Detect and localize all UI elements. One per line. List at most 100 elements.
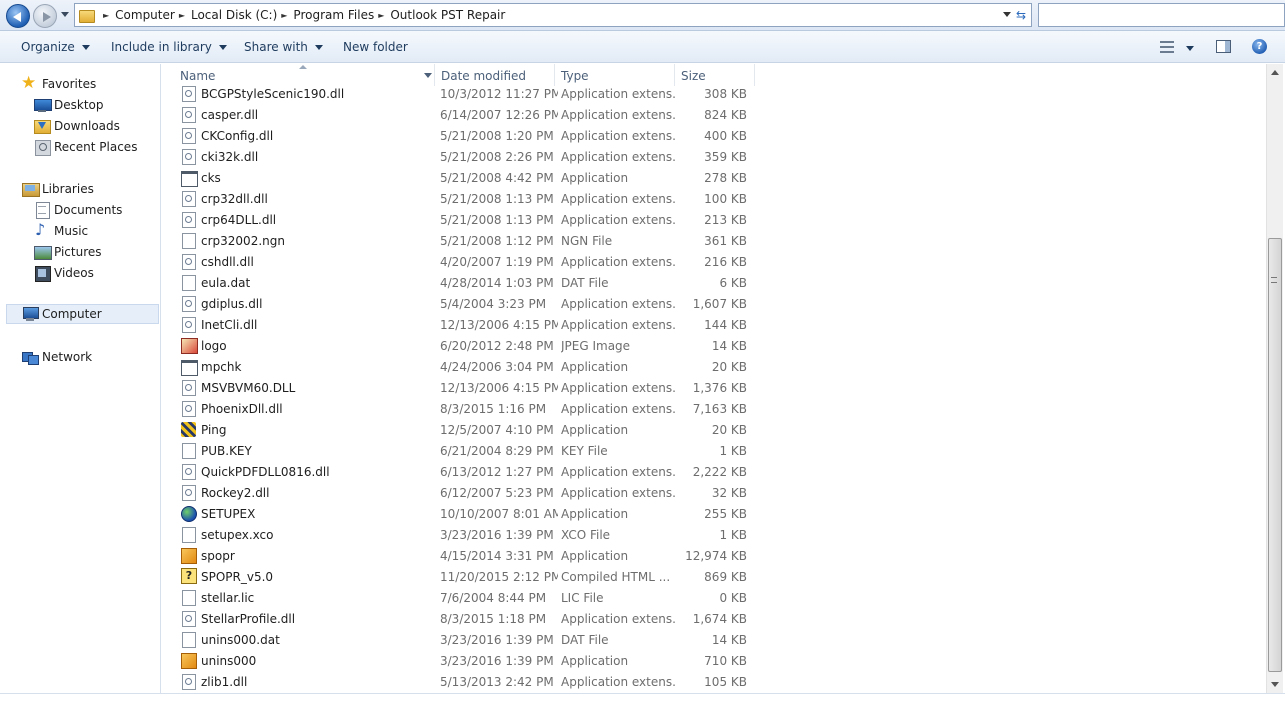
organize-button[interactable]: Organize bbox=[21, 40, 90, 54]
file-row[interactable]: cki32k.dll 5/21/2008 2:26 PM Application e… bbox=[162, 146, 762, 167]
file-type: Application bbox=[561, 507, 629, 521]
forward-button[interactable] bbox=[33, 4, 57, 28]
file-type: Application extens... bbox=[561, 465, 676, 479]
breadcrumb-current-folder[interactable]: Outlook PST Repair bbox=[390, 8, 505, 22]
file-date-modified: 8/3/2015 1:18 PM bbox=[440, 612, 547, 626]
application-window-icon bbox=[181, 170, 198, 187]
file-size: 308 KB bbox=[704, 87, 747, 101]
file-row[interactable]: spopr 4/15/2014 3:31 PM Application 12,974 … bbox=[162, 545, 762, 566]
scroll-up-arrow-icon[interactable] bbox=[1271, 70, 1279, 75]
preview-pane-icon[interactable] bbox=[1216, 40, 1231, 53]
file-type: Application bbox=[561, 423, 629, 437]
file-row[interactable]: casper.dll 6/14/2007 12:26 PM Application … bbox=[162, 104, 762, 125]
file-row[interactable]: InetCli.dll 12/13/2006 4:15 PM Application… bbox=[162, 314, 762, 335]
file-row[interactable]: SETUPEX 10/10/2007 8:01 AM Application 255 … bbox=[162, 503, 762, 524]
address-field[interactable]: ► Computer ► Local Disk (C:) ► Program F… bbox=[74, 3, 1032, 27]
nav-desktop[interactable]: Desktop bbox=[34, 95, 104, 115]
file-row[interactable]: QuickPDFDLL0816.dll 6/13/2012 1:27 PM Appl… bbox=[162, 461, 762, 482]
file-row[interactable]: stellar.lic 7/6/2004 8:44 PM LIC File 0 KB bbox=[162, 587, 762, 608]
breadcrumb-computer[interactable]: Computer bbox=[115, 8, 175, 22]
dll-file-icon bbox=[181, 296, 196, 312]
nav-downloads[interactable]: Downloads bbox=[34, 116, 120, 136]
share-with-button[interactable]: Share with bbox=[244, 40, 323, 54]
nav-recent-places[interactable]: Recent Places bbox=[34, 137, 137, 157]
dll-file-icon bbox=[181, 380, 196, 396]
nav-pictures[interactable]: Pictures bbox=[34, 242, 102, 262]
file-row[interactable]: unins000 3/23/2016 1:39 PM Application 710 … bbox=[162, 650, 762, 671]
file-row[interactable]: zlib1.dll 5/13/2013 2:42 PM Application ex… bbox=[162, 671, 762, 692]
chevron-right-icon[interactable]: ► bbox=[281, 11, 287, 20]
column-header-name[interactable]: Name bbox=[180, 69, 215, 83]
view-options-dropdown[interactable] bbox=[1186, 46, 1194, 51]
back-button[interactable] bbox=[6, 4, 30, 28]
file-date-modified: 4/24/2006 3:04 PM bbox=[440, 360, 554, 374]
file-row[interactable]: setupex.xco 3/23/2016 1:39 PM XCO File 1 KB bbox=[162, 524, 762, 545]
file-date-modified: 5/21/2008 1:12 PM bbox=[440, 234, 554, 248]
address-history-dropdown[interactable] bbox=[1003, 12, 1011, 17]
include-in-library-button[interactable]: Include in library bbox=[111, 40, 227, 54]
new-folder-button[interactable]: New folder bbox=[343, 40, 408, 54]
refresh-icon[interactable]: ⇆ bbox=[1013, 7, 1029, 23]
file-size: 144 KB bbox=[704, 318, 747, 332]
nav-label: Computer bbox=[42, 307, 102, 321]
file-date-modified: 6/14/2007 12:26 PM bbox=[440, 108, 558, 122]
help-icon[interactable]: ? bbox=[1252, 39, 1267, 54]
file-size: 105 KB bbox=[704, 675, 747, 689]
chevron-right-icon[interactable]: ► bbox=[179, 11, 185, 20]
column-filter-dropdown[interactable] bbox=[424, 73, 432, 78]
file-size: 216 KB bbox=[704, 255, 747, 269]
file-row[interactable]: gdiplus.dll 5/4/2004 3:23 PM Application e… bbox=[162, 293, 762, 314]
file-size: 100 KB bbox=[704, 192, 747, 206]
nav-videos[interactable]: Videos bbox=[34, 263, 94, 283]
column-header-size[interactable]: Size bbox=[681, 69, 706, 83]
file-row[interactable]: logo 6/20/2012 2:48 PM JPEG Image 14 KB bbox=[162, 335, 762, 356]
file-row[interactable]: Rockey2.dll 6/12/2007 5:23 PM Application … bbox=[162, 482, 762, 503]
nav-computer[interactable]: Computer bbox=[6, 304, 159, 324]
chevron-down-icon bbox=[218, 44, 227, 50]
nav-music[interactable]: Music bbox=[34, 220, 88, 241]
nav-libraries[interactable]: Libraries bbox=[22, 179, 94, 199]
file-row[interactable]: cks 5/21/2008 4:42 PM Application 278 KB bbox=[162, 167, 762, 188]
search-input[interactable] bbox=[1038, 3, 1285, 27]
file-row[interactable]: cshdll.dll 4/20/2007 1:19 PM Application e… bbox=[162, 251, 762, 272]
generic-file-icon bbox=[181, 443, 196, 459]
new-folder-label: New folder bbox=[343, 40, 408, 54]
file-row[interactable]: PhoenixDll.dll 8/3/2015 1:16 PM Applicatio… bbox=[162, 398, 762, 419]
file-date-modified: 6/12/2007 5:23 PM bbox=[440, 486, 554, 500]
file-row[interactable]: mpchk 4/24/2006 3:04 PM Application 20 KB bbox=[162, 356, 762, 377]
nav-favorites[interactable]: Favorites bbox=[21, 73, 96, 94]
column-header-type[interactable]: Type bbox=[561, 69, 589, 83]
change-view-icon[interactable] bbox=[1160, 41, 1176, 53]
command-bar: Organize Include in library Share with N… bbox=[0, 31, 1285, 63]
file-row[interactable]: unins000.dat 3/23/2016 1:39 PM DAT File 14 … bbox=[162, 629, 762, 650]
scrollbar-thumb[interactable] bbox=[1268, 238, 1282, 672]
recent-pages-dropdown[interactable] bbox=[60, 9, 70, 21]
file-row[interactable]: StellarProfile.dll 8/3/2015 1:18 PM Applic… bbox=[162, 608, 762, 629]
file-date-modified: 6/21/2004 8:29 PM bbox=[440, 444, 554, 458]
file-row[interactable]: crp64DLL.dll 5/21/2008 1:13 PM Application… bbox=[162, 209, 762, 230]
vertical-scrollbar[interactable] bbox=[1266, 64, 1283, 693]
file-row[interactable]: Ping 12/5/2007 4:10 PM Application 20 KB bbox=[162, 419, 762, 440]
file-row[interactable]: MSVBVM60.DLL 12/13/2006 4:15 PM Applicatio… bbox=[162, 377, 762, 398]
file-row[interactable]: PUB.KEY 6/21/2004 8:29 PM KEY File 1 KB bbox=[162, 440, 762, 461]
file-row[interactable]: eula.dat 4/28/2014 1:03 PM DAT File 6 KB bbox=[162, 272, 762, 293]
file-type: JPEG Image bbox=[561, 339, 631, 353]
nav-network[interactable]: Network bbox=[22, 347, 92, 367]
chevron-right-icon[interactable]: ► bbox=[103, 11, 109, 20]
file-row[interactable]: BCGPStyleScenic190.dll 10/3/2012 11:27 PM… bbox=[162, 83, 762, 104]
file-row[interactable]: crp32dll.dll 5/21/2008 1:13 PM Application… bbox=[162, 188, 762, 209]
breadcrumb-local-disk[interactable]: Local Disk (C:) bbox=[191, 8, 277, 22]
breadcrumb-program-files[interactable]: Program Files bbox=[293, 8, 374, 22]
file-row[interactable]: CKConfig.dll 5/21/2008 1:20 PM Application… bbox=[162, 125, 762, 146]
file-size: 400 KB bbox=[704, 129, 747, 143]
scroll-down-arrow-icon[interactable] bbox=[1271, 682, 1279, 687]
generic-file-icon bbox=[181, 632, 196, 648]
file-row[interactable]: SPOPR_v5.0 11/20/2015 2:12 PMCompiled HTM… bbox=[162, 566, 762, 587]
file-date-modified: 10/3/2012 11:27 PM bbox=[440, 87, 558, 101]
file-row[interactable]: crp32002.ngn 5/21/2008 1:12 PM NGN File 361… bbox=[162, 230, 762, 251]
dll-file-icon bbox=[181, 401, 196, 417]
chevron-right-icon[interactable]: ► bbox=[378, 11, 384, 20]
nav-documents[interactable]: Documents bbox=[34, 200, 122, 220]
generic-file-icon bbox=[181, 275, 196, 291]
column-header-date[interactable]: Date modified bbox=[441, 69, 526, 83]
